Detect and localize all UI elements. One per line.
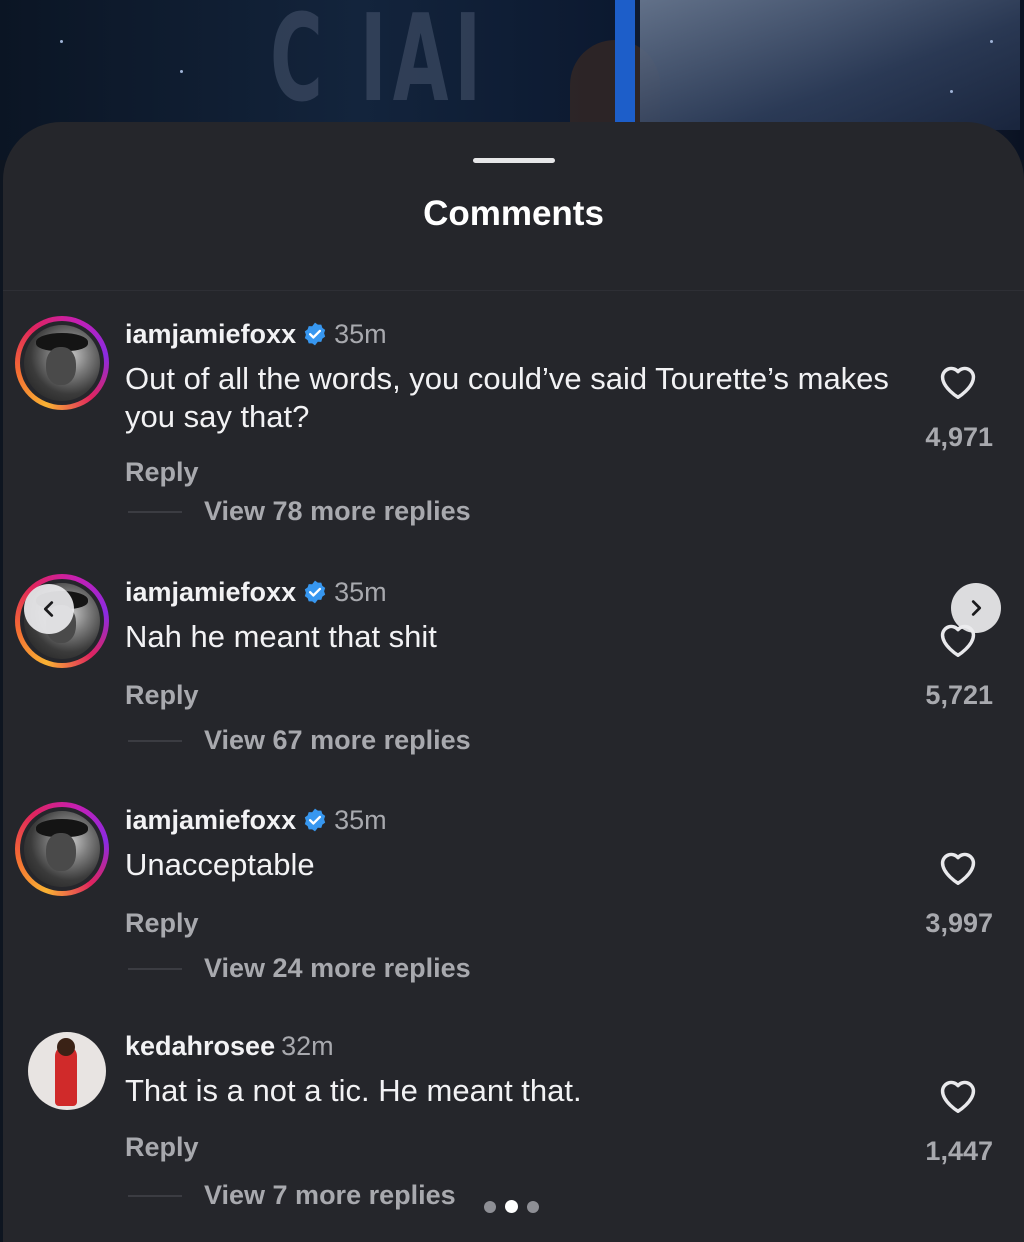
heart-icon[interactable] <box>936 1074 980 1114</box>
username[interactable]: iamjamiefoxx <box>125 805 296 835</box>
carousel-prev-button[interactable] <box>24 584 74 634</box>
comment-header: iamjamiefoxx 35m <box>125 577 387 608</box>
page-dot[interactable] <box>484 1200 496 1213</box>
like-count: 3,997 <box>925 908 993 938</box>
verified-badge-icon <box>304 322 326 346</box>
heart-icon[interactable] <box>936 846 980 886</box>
comment-header: iamjamiefoxx 35m <box>125 805 387 836</box>
carousel-next-button[interactable] <box>951 583 1001 633</box>
comment-header: iamjamiefoxx 35m <box>125 319 387 350</box>
page-dot[interactable] <box>527 1200 539 1213</box>
title-divider <box>3 290 1024 291</box>
avatar[interactable] <box>15 802 109 896</box>
sheet-title: Comments <box>423 194 604 233</box>
reply-button[interactable]: Reply <box>125 680 199 711</box>
drag-handle[interactable] <box>473 158 555 163</box>
username[interactable]: kedahrosee <box>125 1031 275 1061</box>
username[interactable]: iamjamiefoxx <box>125 319 296 349</box>
avatar[interactable] <box>15 316 109 410</box>
username[interactable]: iamjamiefoxx <box>125 577 296 607</box>
background-star <box>950 90 953 93</box>
verified-badge-icon <box>304 808 326 832</box>
chevron-right-icon <box>971 600 982 616</box>
verified-badge-icon <box>304 580 326 604</box>
stage-backdrop-graphic: C IAI <box>270 0 488 129</box>
comment-time: 35m <box>334 319 387 349</box>
thread-line <box>128 1194 182 1197</box>
carousel-page-indicator <box>484 1200 539 1213</box>
comment-time: 32m <box>281 1031 334 1061</box>
background-light-strip <box>615 0 635 130</box>
comment-time: 35m <box>334 805 387 835</box>
comment-header: kedahrosee 32m <box>125 1031 334 1062</box>
comment-time: 35m <box>334 577 387 607</box>
view-replies-button[interactable]: View 67 more replies <box>128 725 471 759</box>
like-count: 1,447 <box>925 1136 993 1166</box>
view-replies-button[interactable]: View 7 more replies <box>128 1180 456 1214</box>
view-replies-label: View 67 more replies <box>204 725 471 755</box>
thread-line <box>128 739 182 742</box>
view-replies-button[interactable]: View 78 more replies <box>128 496 471 530</box>
background-screen <box>640 0 1020 130</box>
reply-button[interactable]: Reply <box>125 1132 199 1163</box>
page-dot-active[interactable] <box>505 1200 518 1213</box>
like-count: 5,721 <box>925 680 993 710</box>
thread-line <box>128 510 182 513</box>
background-star <box>990 40 993 43</box>
background-star <box>60 40 63 43</box>
view-replies-label: View 78 more replies <box>204 496 471 526</box>
comment-text: Out of all the words, you could’ve said … <box>125 361 889 434</box>
avatar[interactable] <box>28 1032 106 1110</box>
comment-text: Unacceptable <box>125 847 315 882</box>
heart-icon[interactable] <box>936 360 980 400</box>
chevron-left-icon <box>43 601 54 617</box>
like-count: 4,971 <box>925 422 993 452</box>
view-replies-button[interactable]: View 24 more replies <box>128 953 471 987</box>
thread-line <box>128 967 182 970</box>
background-star <box>180 70 183 73</box>
view-replies-label: View 24 more replies <box>204 953 471 983</box>
comment-text: That is a not a tic. He meant that. <box>125 1073 582 1108</box>
reply-button[interactable]: Reply <box>125 457 199 488</box>
comment-text: Nah he meant that shit <box>125 619 437 654</box>
reply-button[interactable]: Reply <box>125 908 199 939</box>
view-replies-label: View 7 more replies <box>204 1180 456 1210</box>
